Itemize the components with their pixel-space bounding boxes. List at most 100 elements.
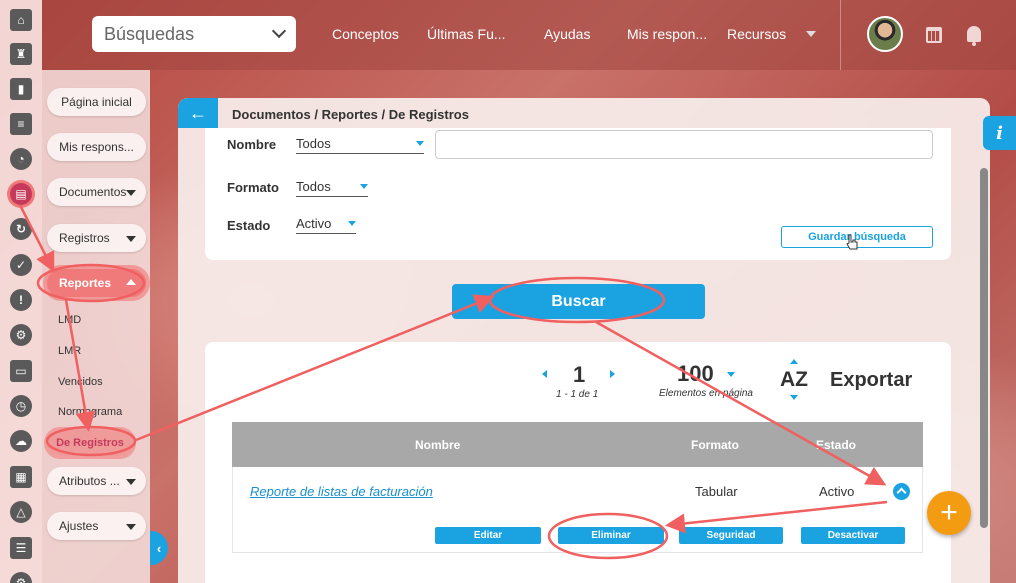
sort-up-icon[interactable] [790,359,798,364]
submenu-vencidos[interactable]: Vencidos [58,376,103,388]
column-nombre[interactable]: Nombre [415,438,460,452]
deactivate-button[interactable]: Desactivar [801,527,905,544]
info-icon[interactable]: i [983,116,1016,150]
formato-select[interactable]: Todos [296,179,368,197]
clock-icon[interactable]: ◷ [10,395,32,417]
scrollbar[interactable] [980,168,988,528]
caret-down-icon [416,141,424,146]
nombre-text-input[interactable] [435,130,933,159]
module-menu: Página inicial Mis respons... Documentos… [42,70,150,583]
prev-page-icon[interactable] [542,370,547,378]
menu-atributos[interactable]: Atributos ... [47,467,146,495]
menu-ajustes-label: Ajustes [59,519,99,533]
menu-mis-responsabilidades[interactable]: Mis respons... [47,133,146,161]
collapse-row-icon[interactable] [893,483,910,500]
search-dropdown[interactable]: Búsquedas [92,16,296,52]
menu-documentos-label: Documentos [59,185,127,199]
hand-cursor-icon [846,234,858,250]
caret-down-icon [348,221,356,226]
menu-documentos[interactable]: Documentos [47,178,146,206]
caret-down-icon [126,524,136,530]
avatar[interactable] [867,16,903,52]
estado-select[interactable]: Activo [296,216,356,234]
nombre-select[interactable]: Todos [296,136,424,154]
nav-recursos[interactable]: Recursos [727,26,786,42]
home-icon[interactable]: ⌂ [10,9,32,31]
report-format: Tabular [695,484,738,499]
next-page-icon[interactable] [610,370,615,378]
column-formato[interactable]: Formato [691,438,739,452]
caret-down-icon [126,236,136,242]
menu-reportes[interactable]: Reportes [47,269,146,297]
nav-ayudas[interactable]: Ayudas [544,26,590,42]
nav-mis-responsabilidades[interactable]: Mis respon... [627,26,707,42]
estado-value: Activo [296,216,332,231]
cloud-icon[interactable]: ☁ [10,430,32,452]
warning-icon[interactable]: ! [10,289,32,311]
network-icon[interactable]: △ [10,501,32,523]
table-row: Reporte de listas de facturación Tabular… [232,467,923,553]
list-icon[interactable]: ☰ [10,537,32,559]
sort-down-icon[interactable] [790,395,798,400]
caret-down-icon [360,184,368,189]
rook-icon[interactable]: ♜ [10,43,32,65]
nav-ultimas[interactable]: Últimas Fu... [427,26,506,42]
submenu-lmr[interactable]: LMR [58,345,81,357]
document-icon[interactable]: ▤ [10,183,32,205]
export-button[interactable]: Exportar [830,369,912,392]
icon-rail: ⌂ ♜ ▮ ≡ ◔ ▤ ↻ ✓ ! ⚙ ▭ ◷ ☁ ▦ △ ☰ ⚙ [0,0,42,583]
per-page-label: Elementos en página [659,388,753,399]
filter-card: Nombre Todos Formato Todos Estado Activo… [205,128,951,260]
submenu-lmd[interactable]: LMD [58,314,81,326]
report-name-link[interactable]: Reporte de listas de facturación [250,484,433,499]
caret-down-icon [126,190,136,196]
gears-icon[interactable]: ⚙ [10,324,32,346]
sort-az-button[interactable]: AZ [780,368,808,392]
pie-chart-icon[interactable]: ◔ [10,148,32,170]
menu-ajustes[interactable]: Ajustes [47,512,146,540]
edit-button[interactable]: Editar [435,527,541,544]
calendar-rail-icon[interactable]: ▦ [10,466,32,488]
menu-reportes-label: Reportes [59,276,112,290]
bell-icon[interactable] [967,26,981,46]
delete-button[interactable]: Eliminar [558,527,664,544]
nombre-value: Todos [296,136,331,151]
caret-down-icon [126,479,136,485]
submenu-de-registros[interactable]: De Registros [47,430,133,456]
check-icon[interactable]: ✓ [10,254,32,276]
chevron-down-icon [271,23,287,39]
caret-up-icon [126,279,136,285]
cycle-icon[interactable]: ↻ [10,218,32,240]
settings-icon[interactable]: ⚙ [10,572,32,583]
back-button[interactable]: ← [178,98,218,128]
add-button[interactable]: + [927,491,971,535]
bar-chart-icon[interactable]: ▮ [10,78,32,100]
formato-value: Todos [296,179,331,194]
nombre-label: Nombre [227,137,277,152]
estado-label: Estado [227,218,271,233]
monitor-icon[interactable]: ▭ [10,360,32,382]
submenu-normograma[interactable]: Normograma [58,406,122,418]
column-estado[interactable]: Estado [816,438,856,452]
caret-down-icon[interactable] [727,372,735,377]
results-card: 1 1 - 1 de 1 100 Elementos en página AZ … [205,342,951,583]
search-button[interactable]: Buscar [452,284,705,319]
menu-registros[interactable]: Registros [47,224,146,252]
more-nav-caret-icon[interactable] [806,31,816,37]
current-page: 1 [573,362,586,387]
menu-atributos-label: Atributos ... [59,474,120,488]
gantt-icon[interactable]: ≡ [10,113,32,135]
nav-conceptos[interactable]: Conceptos [332,26,399,42]
topbar-divider [840,0,841,70]
formato-label: Formato [227,180,279,195]
menu-pagina-inicial[interactable]: Página inicial [47,88,146,116]
main-panel: ← Documentos / Reportes / De Registros N… [178,98,990,583]
search-placeholder: Búsquedas [104,23,195,44]
calendar-icon[interactable] [926,27,942,43]
per-page-select[interactable]: 100 [677,361,714,387]
breadcrumb: Documentos / Reportes / De Registros [232,107,469,122]
table-header: Nombre Formato Estado [232,422,923,467]
security-button[interactable]: Seguridad [679,527,783,544]
menu-registros-label: Registros [59,231,110,245]
report-status: Activo [819,484,855,499]
